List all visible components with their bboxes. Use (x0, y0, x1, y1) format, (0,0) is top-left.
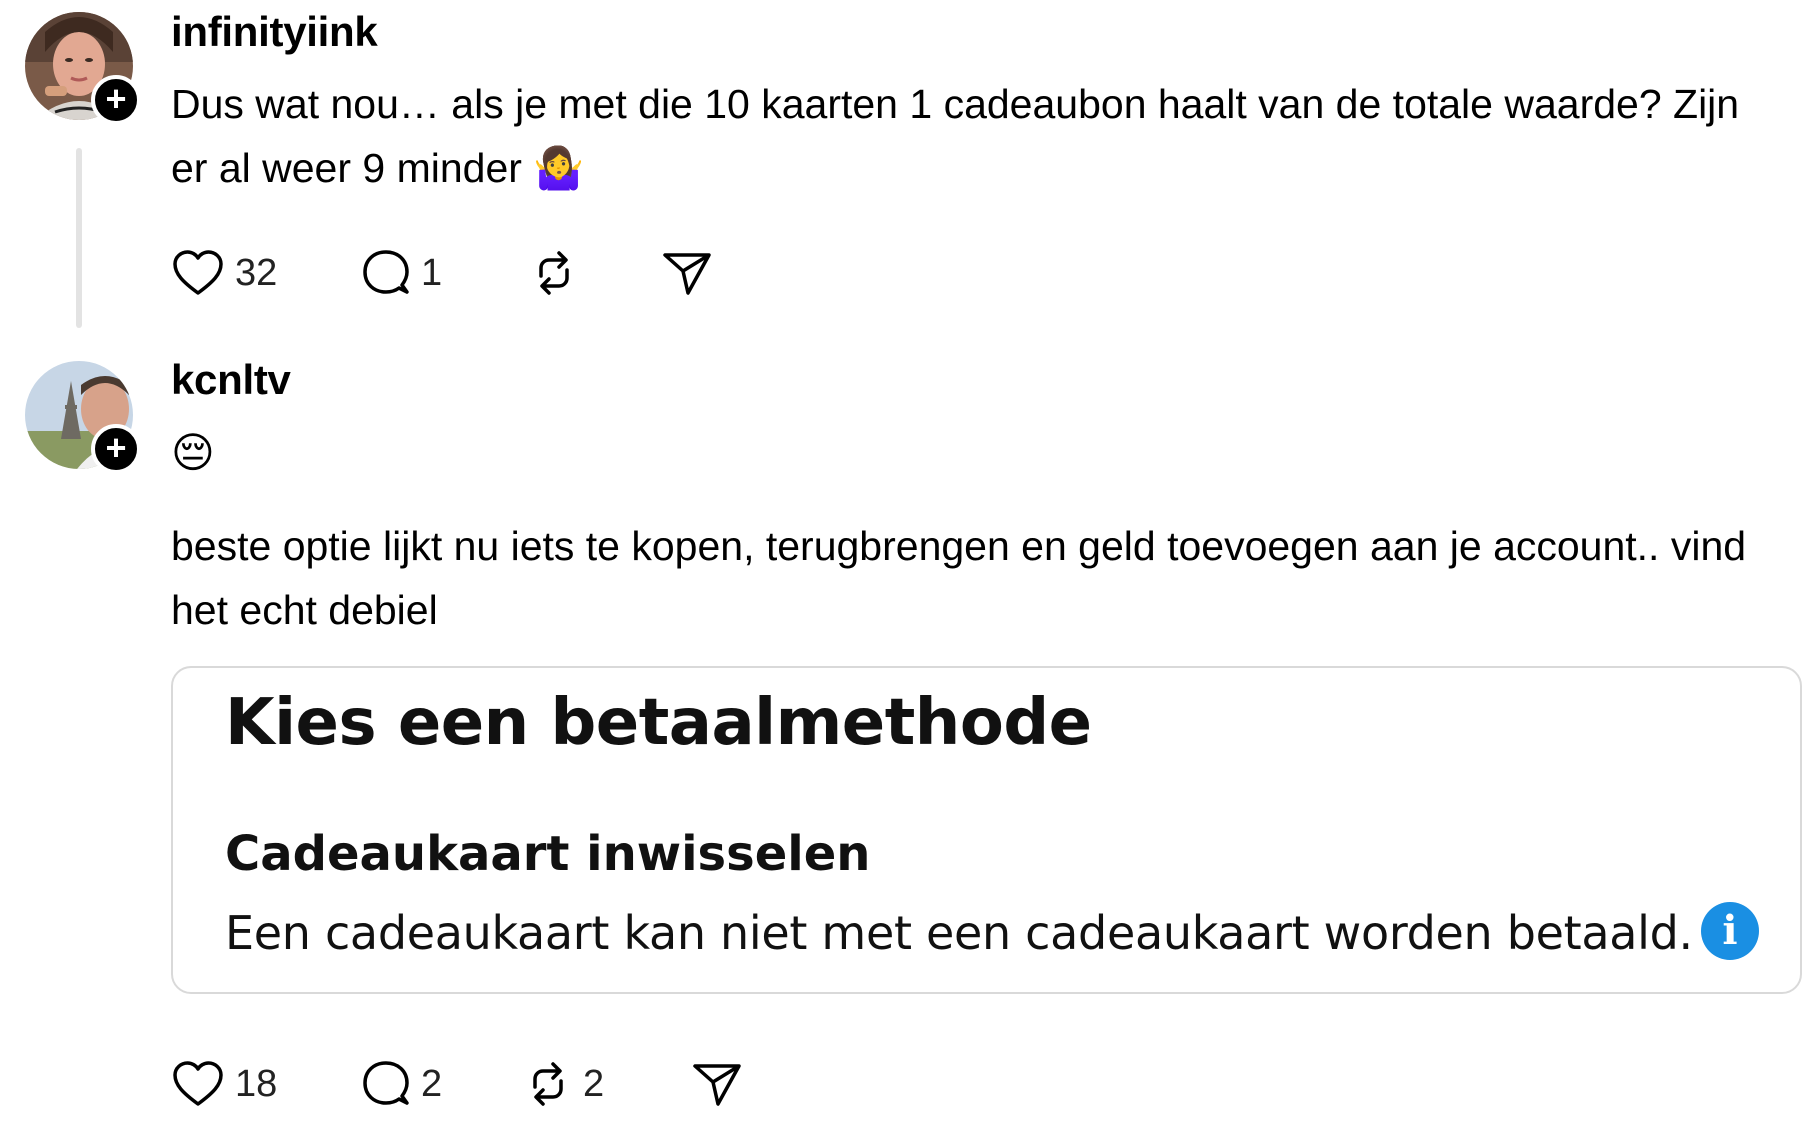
post-text: beste optie lijkt nu iets te kopen, teru… (171, 523, 1747, 633)
embedded-screenshot[interactable]: Kies een betaalmethode Cadeaukaart inwis… (171, 666, 1802, 994)
reply-count: 1 (421, 251, 443, 294)
heart-icon (171, 248, 225, 298)
follow-button[interactable]: + (91, 424, 141, 474)
embed-title: Kies een betaalmethode (225, 686, 1092, 760)
send-icon (661, 248, 713, 298)
repost-icon (523, 1059, 573, 1109)
like-button[interactable]: 18 (171, 1054, 277, 1114)
reply-button[interactable]: 2 (361, 1054, 442, 1114)
heart-icon (171, 1059, 225, 1109)
post-emoji: 😔 (171, 429, 215, 476)
info-icon[interactable]: i (1701, 902, 1759, 960)
follow-button[interactable]: + (91, 75, 141, 125)
repost-icon (529, 248, 579, 298)
send-icon (691, 1059, 743, 1109)
comment-icon (361, 248, 411, 298)
embed-body: Een cadeaukaart kan niet met een cadeauk… (225, 906, 1693, 960)
share-button[interactable] (661, 243, 713, 303)
thread-line (76, 148, 82, 328)
repost-button[interactable] (529, 243, 589, 303)
post-username[interactable]: infinityiink (171, 8, 378, 56)
share-button[interactable] (691, 1054, 743, 1114)
reply-count: 2 (421, 1062, 443, 1105)
post-text: Dus wat nou… als je met die 10 kaarten 1… (171, 81, 1740, 191)
repost-count: 2 (583, 1062, 605, 1105)
embed-subtitle: Cadeaukaart inwisselen (225, 826, 871, 882)
like-button[interactable]: 32 (171, 243, 277, 303)
reply-button[interactable]: 1 (361, 243, 442, 303)
post-username[interactable]: kcnltv (171, 356, 291, 404)
like-count: 18 (235, 1062, 278, 1105)
like-count: 32 (235, 251, 278, 294)
repost-button[interactable]: 2 (523, 1054, 604, 1114)
comment-icon (361, 1059, 411, 1109)
